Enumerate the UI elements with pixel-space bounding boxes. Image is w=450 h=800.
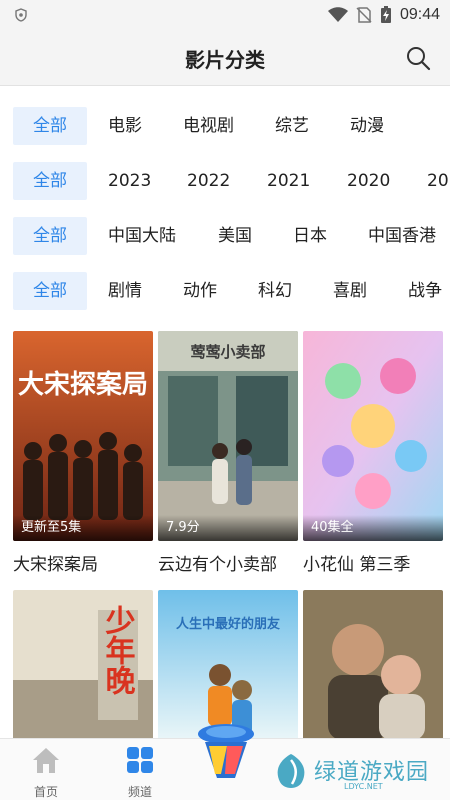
tab-channel[interactable]: 频道 (110, 745, 170, 800)
chip-type-tv[interactable]: 电视剧 (183, 107, 234, 145)
chip-year-201x[interactable]: 201 (427, 162, 450, 200)
chip-year-2021[interactable]: 2021 (267, 162, 310, 200)
chip-type-movie[interactable]: 电影 (108, 107, 142, 145)
movie-title: 大宋探案局 (13, 555, 98, 575)
chip-region-hongkong[interactable]: 中国香港 (368, 217, 436, 255)
movie-poster: 40集全 (303, 331, 443, 541)
status-bar: 09:44 (0, 0, 450, 30)
no-sim-icon (356, 7, 372, 23)
watermark-subtext: LDYC.NET (344, 782, 383, 791)
top-app-bar: 影片分类 (0, 30, 450, 86)
rating-badge: 7.9分 (158, 515, 298, 541)
episode-badge: 更新至5集 (13, 515, 153, 541)
chip-year-2020[interactable]: 2020 (347, 162, 390, 200)
app-logo-icon (198, 724, 254, 778)
movie-title: 小花仙 第三季 (303, 555, 411, 575)
filter-row-genre: 全部 剧情 动作 科幻 喜剧 战争 (0, 272, 450, 310)
chip-year-2022[interactable]: 2022 (187, 162, 230, 200)
movie-card[interactable]: 40集全 小花仙 第三季 (303, 331, 443, 575)
tab-home[interactable]: 首页 (16, 745, 76, 800)
chip-genre-drama[interactable]: 剧情 (108, 272, 142, 310)
chip-type-all[interactable]: 全部 (13, 107, 87, 145)
tab-channel-label: 频道 (127, 785, 152, 799)
chip-genre-scifi[interactable]: 科幻 (258, 272, 292, 310)
movie-title: 云边有个小卖部 (158, 555, 277, 575)
chip-genre-all[interactable]: 全部 (13, 272, 87, 310)
chip-region-usa[interactable]: 美国 (218, 217, 252, 255)
poster-title-text: 大宋探案局 (18, 369, 148, 400)
grid-icon (127, 747, 153, 773)
movie-poster: 莺莺小卖部 7.9分 (158, 331, 298, 541)
shield-icon (15, 8, 27, 22)
home-icon (33, 748, 59, 773)
chip-year-2023[interactable]: 2023 (108, 162, 151, 200)
chip-region-mainland[interactable]: 中国大陆 (108, 217, 176, 255)
chip-region-japan[interactable]: 日本 (293, 217, 327, 255)
chip-region-all[interactable]: 全部 (13, 217, 87, 255)
filter-row-year: 全部 2023 2022 2021 2020 201 (0, 162, 450, 200)
chip-type-variety[interactable]: 综艺 (275, 107, 309, 145)
tab-home-label: 首页 (33, 785, 58, 799)
movie-card[interactable]: 大宋探案局 更新至5集 大宋探案局 (13, 331, 153, 575)
watermark-logo: 绿道游戏园 LDYC.NET (272, 750, 432, 796)
battery-charging-icon (380, 6, 391, 23)
poster-title-text: 少年晚 (100, 605, 136, 696)
chip-genre-war[interactable]: 战争 (408, 272, 442, 310)
leaf-logo-icon (277, 754, 305, 788)
movie-card[interactable]: 莺莺小卖部 7.9分 云边有个小卖部 (158, 331, 298, 575)
chip-genre-action[interactable]: 动作 (183, 272, 217, 310)
page-title: 影片分类 (185, 48, 265, 72)
poster-title-text: 莺莺小卖部 (190, 343, 265, 361)
search-icon[interactable] (404, 44, 432, 72)
filter-row-type: 全部 电影 电视剧 综艺 动漫 (0, 107, 450, 145)
movie-poster: 大宋探案局 更新至5集 (13, 331, 153, 541)
chip-genre-comedy[interactable]: 喜剧 (333, 272, 367, 310)
chip-type-anime[interactable]: 动漫 (350, 107, 384, 145)
chip-year-all[interactable]: 全部 (13, 162, 87, 200)
poster-title-text: 人生中最好的朋友 (176, 616, 280, 632)
wifi-icon (327, 7, 348, 22)
filter-row-region: 全部 中国大陆 美国 日本 中国香港 (0, 217, 450, 255)
episode-badge: 40集全 (303, 515, 443, 541)
status-time: 09:44 (399, 6, 440, 23)
